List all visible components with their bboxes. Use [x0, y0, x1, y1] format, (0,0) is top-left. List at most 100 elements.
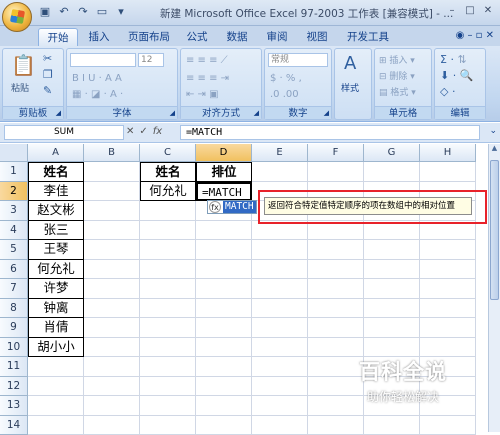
- row-header-7[interactable]: 7: [0, 279, 28, 299]
- cell-a4[interactable]: 张三: [28, 221, 84, 241]
- cell-b11[interactable]: [84, 357, 140, 377]
- cell-f7[interactable]: [308, 279, 364, 299]
- cell-a3[interactable]: 赵文彬: [28, 201, 84, 221]
- cell-d10[interactable]: [196, 338, 252, 358]
- row-header-9[interactable]: 9: [0, 318, 28, 338]
- cell-a13[interactable]: [28, 396, 84, 416]
- font-border-color-buttons[interactable]: ▦ · ◪ · A ·: [72, 89, 123, 100]
- tab-formulas[interactable]: 公式: [182, 28, 212, 46]
- row-header-14[interactable]: 14: [0, 416, 28, 435]
- cell-f9[interactable]: [308, 318, 364, 338]
- cell-a6[interactable]: 何允礼: [28, 260, 84, 280]
- cell-a7[interactable]: 许梦: [28, 279, 84, 299]
- column-header-d[interactable]: D: [196, 144, 252, 162]
- cell-b8[interactable]: [84, 299, 140, 319]
- office-button[interactable]: [2, 2, 32, 32]
- cell-c5[interactable]: [140, 240, 196, 260]
- cell-h14[interactable]: [420, 416, 476, 435]
- cut-icon[interactable]: ✂: [43, 52, 52, 65]
- decimal-buttons[interactable]: .0 .00: [270, 89, 299, 100]
- cell-d9[interactable]: [196, 318, 252, 338]
- column-header-a[interactable]: A: [28, 144, 84, 162]
- indent-buttons[interactable]: ⇤ ⇥ ▣: [186, 89, 219, 100]
- cell-d14[interactable]: [196, 416, 252, 435]
- tab-insert[interactable]: 插入: [84, 28, 114, 46]
- font-size-input[interactable]: 12: [138, 53, 164, 67]
- format-cells-button[interactable]: ▤ 格式 ▾: [379, 85, 416, 98]
- column-header-e[interactable]: E: [252, 144, 308, 162]
- cell-b6[interactable]: [84, 260, 140, 280]
- cell-d2[interactable]: =MATCH: [196, 182, 252, 202]
- cell-a5[interactable]: 王琴: [28, 240, 84, 260]
- copy-icon[interactable]: ❐: [43, 68, 53, 81]
- cell-f14[interactable]: [308, 416, 364, 435]
- cell-e9[interactable]: [252, 318, 308, 338]
- scroll-up-icon[interactable]: ▲: [489, 144, 500, 158]
- column-header-c[interactable]: C: [140, 144, 196, 162]
- cell-b12[interactable]: [84, 377, 140, 397]
- cell-d4[interactable]: [196, 221, 252, 241]
- function-autocomplete[interactable]: fx MATCH: [207, 200, 257, 214]
- cell-a10[interactable]: 胡小小: [28, 338, 84, 358]
- cell-d12[interactable]: [196, 377, 252, 397]
- cell-a14[interactable]: [28, 416, 84, 435]
- cell-c14[interactable]: [140, 416, 196, 435]
- paste-label[interactable]: 粘贴: [11, 81, 29, 94]
- cell-c4[interactable]: [140, 221, 196, 241]
- cell-e7[interactable]: [252, 279, 308, 299]
- cell-h7[interactable]: [420, 279, 476, 299]
- cell-b7[interactable]: [84, 279, 140, 299]
- cell-d8[interactable]: [196, 299, 252, 319]
- currency-percent-buttons[interactable]: $ · % ,: [270, 73, 302, 84]
- tab-view[interactable]: 视图: [302, 28, 332, 46]
- help-icon[interactable]: ◉ – ▫ ✕: [456, 30, 494, 41]
- print-preview-icon[interactable]: ▭: [95, 5, 109, 19]
- tab-data[interactable]: 数据: [222, 28, 252, 46]
- row-header-8[interactable]: 8: [0, 299, 28, 319]
- autosum-icon[interactable]: Σ · ⇅: [440, 53, 467, 66]
- cell-c11[interactable]: [140, 357, 196, 377]
- redo-icon[interactable]: ↷: [76, 5, 90, 19]
- row-header-13[interactable]: 13: [0, 396, 28, 416]
- cell-g8[interactable]: [364, 299, 420, 319]
- cell-h5[interactable]: [420, 240, 476, 260]
- cell-e13[interactable]: [252, 396, 308, 416]
- cell-b14[interactable]: [84, 416, 140, 435]
- delete-cells-button[interactable]: ⊟ 删除 ▾: [379, 69, 415, 82]
- cell-b13[interactable]: [84, 396, 140, 416]
- column-header-g[interactable]: G: [364, 144, 420, 162]
- dropdown-icon[interactable]: ▾: [114, 5, 128, 19]
- cell-c10[interactable]: [140, 338, 196, 358]
- cell-b10[interactable]: [84, 338, 140, 358]
- column-header-f[interactable]: F: [308, 144, 364, 162]
- column-header-b[interactable]: B: [84, 144, 140, 162]
- cell-g9[interactable]: [364, 318, 420, 338]
- cell-g6[interactable]: [364, 260, 420, 280]
- cell-b9[interactable]: [84, 318, 140, 338]
- cell-e11[interactable]: [252, 357, 308, 377]
- cell-d1[interactable]: 排位: [196, 162, 252, 182]
- cell-a12[interactable]: [28, 377, 84, 397]
- cell-b4[interactable]: [84, 221, 140, 241]
- row-header-3[interactable]: 3: [0, 201, 28, 221]
- row-header-4[interactable]: 4: [0, 221, 28, 241]
- autocomplete-item[interactable]: MATCH: [223, 201, 256, 213]
- cell-f5[interactable]: [308, 240, 364, 260]
- cell-e14[interactable]: [252, 416, 308, 435]
- row-header-2[interactable]: 2: [0, 182, 28, 202]
- tab-home[interactable]: 开始: [38, 28, 78, 46]
- cell-h8[interactable]: [420, 299, 476, 319]
- cell-a2[interactable]: 李佳: [28, 182, 84, 202]
- dialog-launcher-icon[interactable]: ◢: [324, 109, 329, 117]
- font-name-input[interactable]: [70, 53, 136, 67]
- row-header-10[interactable]: 10: [0, 338, 28, 358]
- save-icon[interactable]: ▣: [38, 5, 52, 19]
- cell-f1[interactable]: [308, 162, 364, 182]
- cell-g7[interactable]: [364, 279, 420, 299]
- scroll-thumb[interactable]: [490, 160, 499, 300]
- cell-d13[interactable]: [196, 396, 252, 416]
- cell-e1[interactable]: [252, 162, 308, 182]
- format-painter-icon[interactable]: ✎: [43, 84, 52, 97]
- cell-b1[interactable]: [84, 162, 140, 182]
- cell-c12[interactable]: [140, 377, 196, 397]
